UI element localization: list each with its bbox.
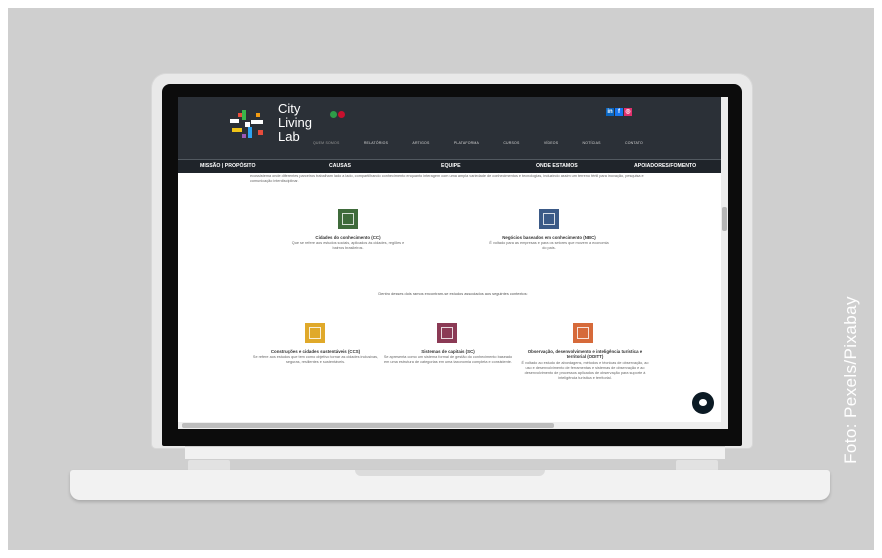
horizontal-scroll-thumb[interactable] — [182, 423, 554, 428]
chat-bubble-icon[interactable] — [692, 392, 714, 414]
facebook-icon[interactable]: f — [615, 108, 623, 116]
observation-icon[interactable] — [573, 323, 593, 343]
category-title-oditt: Observação, desenvolvimento e inteligênc… — [527, 349, 643, 359]
subnav-causas[interactable]: CAUSAS — [329, 163, 351, 169]
category-desc-sc: Se apresenta como um sistema formal de g… — [383, 355, 513, 364]
category-title-nbc: Negócios baseados em conhecimento (NBC) — [502, 235, 596, 240]
laptop-screen: City Living Lab in f ◎ QUEM SOMOS RELATÓRI… — [178, 97, 728, 429]
subnav-apoiadores[interactable]: APOIADORES/FOMENTO — [634, 163, 696, 169]
category-desc-nbc: É voltado para as empresas e para os set… — [489, 241, 609, 250]
subnav-missao[interactable]: MISSÃO | PROPÓSITO — [200, 163, 256, 169]
instagram-icon[interactable]: ◎ — [624, 108, 632, 116]
subnav-onde-estamos[interactable]: ONDE ESTAMOS — [536, 163, 578, 169]
photo-credit: Foto: Pexels/Pixabay — [841, 296, 860, 464]
language-switcher[interactable] — [330, 105, 346, 123]
city-icon[interactable] — [338, 209, 358, 229]
intro-paragraph: ecossistema onde diferentes parceiros tr… — [250, 174, 644, 183]
nav-plataforma[interactable]: PLATAFORMA — [454, 141, 479, 145]
handshake-icon[interactable] — [539, 209, 559, 229]
nav-videos[interactable]: VÍDEOS — [544, 141, 558, 145]
social-links: in f ◎ — [606, 100, 633, 118]
nav-artigos[interactable]: ARTIGOS — [412, 141, 429, 145]
category-title-sc: Sistemas de capitais (SC) — [421, 349, 475, 354]
section-navigation: MISSÃO | PROPÓSITO CAUSAS EQUIPE ONDE ES… — [178, 159, 728, 173]
laptop-hinge — [185, 446, 725, 459]
logo-line-2: Living — [278, 115, 312, 130]
category-title-cc: Cidades do conhecimento (CC) — [315, 235, 381, 240]
capital-icon[interactable] — [437, 323, 457, 343]
category-desc-oditt: É voltado ao estudo de abordagens, métod… — [521, 361, 649, 380]
nav-cursos[interactable]: CURSOS — [503, 141, 519, 145]
category-desc-cc: Que se refere aos estudos sociais, aplic… — [291, 241, 405, 250]
page-content: ecossistema onde diferentes parceiros tr… — [178, 173, 728, 429]
nav-noticias[interactable]: NOTÍCIAS — [583, 141, 601, 145]
logo-text[interactable]: City Living Lab — [278, 102, 312, 144]
linkedin-icon[interactable]: in — [606, 108, 614, 116]
nav-quem-somos[interactable]: QUEM SOMOS — [313, 141, 340, 145]
category-desc-ccs: Se refere aos estudos que tem como objet… — [252, 355, 379, 364]
site-header: City Living Lab in f ◎ QUEM SOMOS RELATÓRI… — [178, 97, 728, 159]
category-title-ccs: Construções e cidades sustentáveis (CCS) — [270, 349, 361, 354]
logo-line-1: City — [278, 101, 301, 116]
vertical-scroll-thumb[interactable] — [722, 207, 727, 231]
nav-relatorios[interactable]: RELATÓRIOS — [364, 141, 388, 145]
logo-line-3: Lab — [278, 129, 300, 144]
brazil-flag-icon[interactable] — [330, 111, 337, 118]
subnav-equipe[interactable]: EQUIPE — [441, 163, 461, 169]
uk-flag-icon[interactable] — [338, 111, 345, 118]
contexts-note: Dentro desses dois ramos encontram-se es… — [378, 291, 528, 296]
top-navigation: QUEM SOMOS RELATÓRIOS ARTIGOS PLATAFORMA… — [313, 141, 643, 145]
laptop-base-notch — [355, 470, 545, 476]
building-icon[interactable] — [305, 323, 325, 343]
vertical-scrollbar[interactable] — [721, 97, 728, 429]
city-living-lab-logo-icon[interactable] — [228, 107, 272, 143]
nav-contato[interactable]: CONTATO — [625, 141, 643, 145]
